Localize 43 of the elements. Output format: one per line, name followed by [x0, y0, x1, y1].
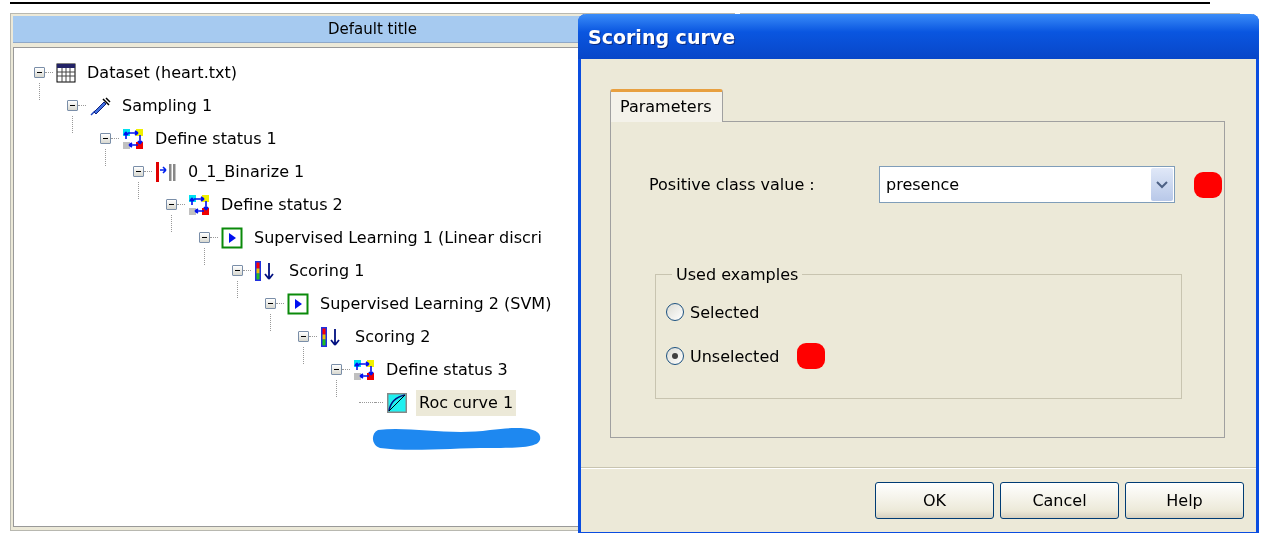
colored-arrows-icon	[188, 193, 210, 216]
tree-item[interactable]: Scoring 1	[286, 257, 368, 284]
collapse-icon[interactable]	[34, 67, 45, 78]
collapse-icon[interactable]	[166, 199, 177, 210]
radio-label[interactable]: Selected	[690, 302, 760, 322]
play-icon	[287, 292, 309, 315]
radio-label[interactable]: Unselected	[690, 346, 780, 366]
collapse-icon[interactable]	[265, 298, 276, 309]
dialog-button[interactable]: OK	[875, 482, 994, 519]
dropdown[interactable]: presence	[879, 166, 1175, 203]
dialog-button[interactable]: Help	[1125, 482, 1244, 519]
group-label: Used examples	[675, 265, 800, 284]
tree-item[interactable]: Supervised Learning 2 (SVM)	[317, 290, 555, 317]
collapse-icon[interactable]	[298, 331, 309, 342]
collapse-icon[interactable]	[331, 364, 342, 375]
tree-item[interactable]: Sampling 1	[119, 92, 216, 119]
tree-item[interactable]: Supervised Learning 1 (Linear discri	[251, 224, 545, 251]
field-label: Positive class value :	[649, 175, 816, 194]
tab[interactable]: Parameters	[610, 89, 723, 122]
curve-icon	[386, 391, 408, 414]
syringe-icon	[89, 94, 111, 117]
tree-item[interactable]: Define status 2	[218, 191, 346, 218]
radio-button[interactable]	[666, 347, 684, 365]
tree-item[interactable]: 0_1_Binarize 1	[185, 158, 308, 185]
colored-arrows-icon	[353, 358, 375, 381]
dropdown-value: presence	[886, 175, 960, 194]
chevron-down-icon	[1156, 180, 1168, 189]
collapse-icon[interactable]	[133, 166, 144, 177]
collapse-icon[interactable]	[100, 133, 111, 144]
tree-item[interactable]: Roc curve 1	[416, 389, 517, 416]
tree-item[interactable]: Dataset (heart.txt)	[84, 59, 240, 86]
dialog-button[interactable]: Cancel	[1000, 482, 1119, 519]
tree-item[interactable]: Define status 3	[383, 356, 511, 383]
play-icon	[221, 226, 243, 249]
table-icon	[56, 62, 76, 83]
collapse-icon[interactable]	[67, 100, 78, 111]
collapse-icon[interactable]	[199, 232, 210, 243]
collapse-icon[interactable]	[232, 265, 243, 276]
colored-arrows-icon	[122, 127, 144, 150]
radio-button[interactable]	[666, 303, 684, 321]
tree-item[interactable]: Scoring 2	[352, 323, 434, 350]
bar-arrow-icon	[155, 160, 177, 183]
tree-item[interactable]: Define status 1	[152, 125, 280, 152]
